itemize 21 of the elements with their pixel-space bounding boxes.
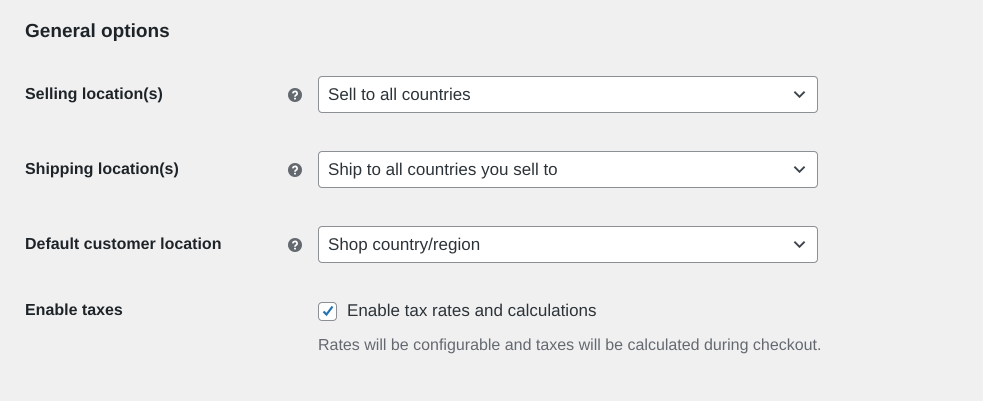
chevron-down-icon	[793, 165, 806, 174]
select-value: Sell to all countries	[328, 84, 471, 104]
section-title: General options	[25, 20, 171, 44]
checkbox-label[interactable]: Enable tax rates and calculations	[347, 301, 596, 321]
dropdown-select[interactable]: Sell to all countries	[318, 76, 818, 113]
field-label: Enable taxes	[25, 301, 124, 321]
field-label: Selling location(s)	[25, 86, 164, 104]
dropdown-select[interactable]: Ship to all countries you sell to	[318, 151, 818, 188]
select-value: Shop country/region	[328, 234, 480, 254]
field-description: Rates will be configurable and taxes will be calculated during checkout.	[318, 337, 822, 355]
checkbox[interactable]	[318, 302, 337, 320]
checkmark-icon	[320, 304, 334, 318]
help-icon[interactable]	[288, 88, 302, 102]
chevron-down-icon	[793, 240, 806, 249]
chevron-down-icon	[793, 90, 806, 99]
dropdown-select[interactable]: Shop country/region	[318, 226, 818, 263]
help-icon[interactable]	[288, 238, 302, 252]
help-icon[interactable]	[288, 162, 302, 176]
field-label: Shipping location(s)	[25, 160, 180, 178]
select-value: Ship to all countries you sell to	[328, 160, 558, 180]
field-label: Default customer location	[25, 236, 222, 254]
